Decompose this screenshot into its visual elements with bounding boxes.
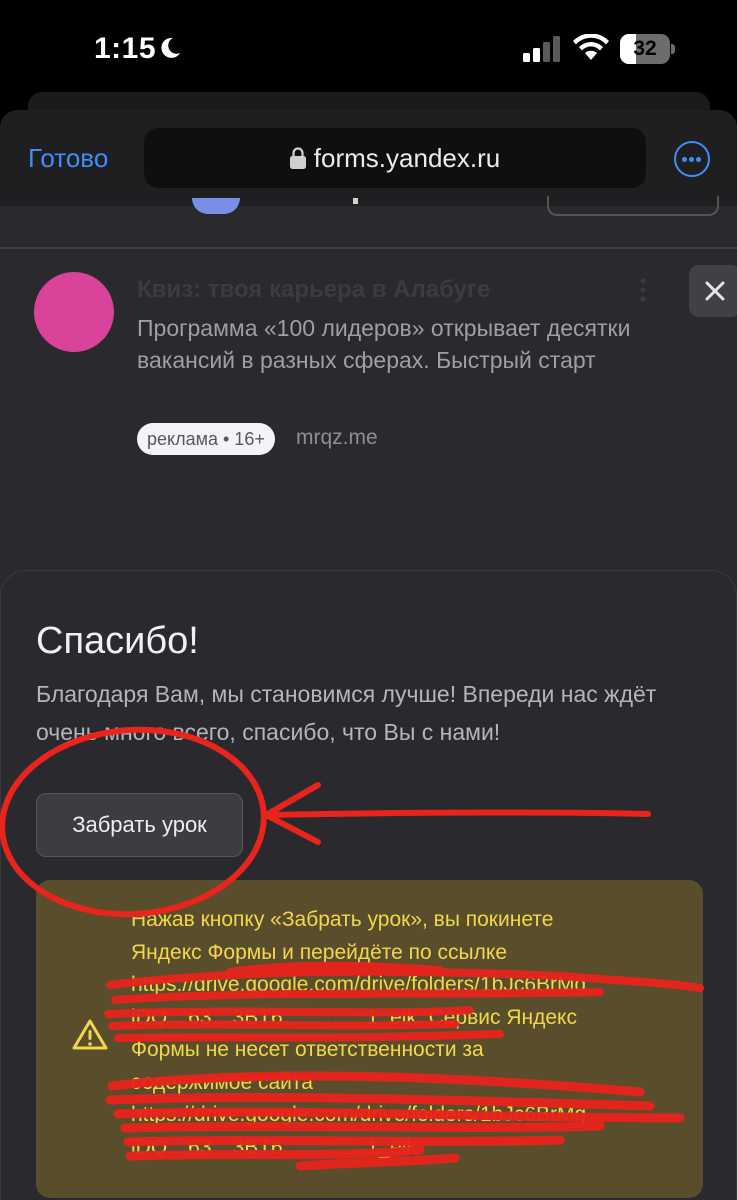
- battery-percent: 32: [633, 37, 657, 60]
- page-title: Спасибо!: [36, 620, 199, 662]
- done-button[interactable]: Готово: [28, 143, 108, 174]
- in-app-browser: Готово forms.yandex.ru Квиз: твоя карьер…: [0, 110, 737, 1200]
- ad-description: Программа «100 лидеров» открывает десятк…: [137, 315, 631, 373]
- ad-image[interactable]: [34, 272, 114, 352]
- get-lesson-button[interactable]: Забрать урок: [36, 793, 243, 857]
- thank-you-message: Благодаря Вам, мы становимся лучше! Впер…: [36, 681, 657, 745]
- page-header-fragment: [353, 198, 358, 204]
- warning-link[interactable]: https://drive.google.com/drive/folders/1…: [131, 969, 671, 1002]
- url-text: forms.yandex.ru: [313, 142, 501, 173]
- more-options-button[interactable]: [674, 141, 710, 177]
- warning-link[interactable]: https://drive.google.com/drive/folders/1…: [131, 1099, 671, 1132]
- address-bar[interactable]: forms.yandex.ru: [144, 128, 646, 188]
- ad-domain[interactable]: mrqz.me: [296, 426, 378, 450]
- status-bar: 1:15 32: [0, 0, 737, 100]
- lock-icon: [289, 147, 306, 169]
- warning-line: iDQ…63…3BT6…………1_eik. Сервис Яндекс: [131, 1005, 577, 1029]
- external-link-warning: Нажав кнопку «Забрать урок», вы покинете…: [36, 880, 703, 1198]
- warning-text: Нажав кнопку «Забрать урок», вы покинете…: [131, 904, 671, 1164]
- divider: [0, 247, 737, 249]
- cellular-signal-icon: [523, 36, 560, 62]
- warning-line: iDQ…63…3BT6…………1_eik: [131, 1135, 417, 1159]
- moon-icon: [161, 37, 180, 58]
- status-time: 1:15: [94, 32, 157, 65]
- ad-close-button[interactable]: [689, 265, 737, 317]
- warning-line: Яндекс Формы и перейдёте по ссылке: [131, 940, 508, 964]
- wifi-icon: [573, 34, 609, 60]
- warning-icon: [72, 1019, 108, 1050]
- page-header-button[interactable]: [547, 196, 719, 216]
- warning-line: Нажав кнопку «Забрать урок», вы покинете: [131, 908, 554, 931]
- warning-line: Формы не несет ответственности за: [131, 1038, 484, 1061]
- ad-title[interactable]: Квиз: твоя карьера в Алабуге: [137, 276, 490, 304]
- page-avatar: [192, 198, 240, 214]
- ad-menu-icon[interactable]: [640, 278, 646, 302]
- close-icon: [705, 281, 725, 301]
- ad-age-badge: реклама • 16+: [137, 423, 275, 455]
- browser-toolbar: Готово forms.yandex.ru: [0, 110, 737, 206]
- battery-indicator: 32: [620, 34, 675, 64]
- warning-line: содержимое сайта: [131, 1070, 313, 1094]
